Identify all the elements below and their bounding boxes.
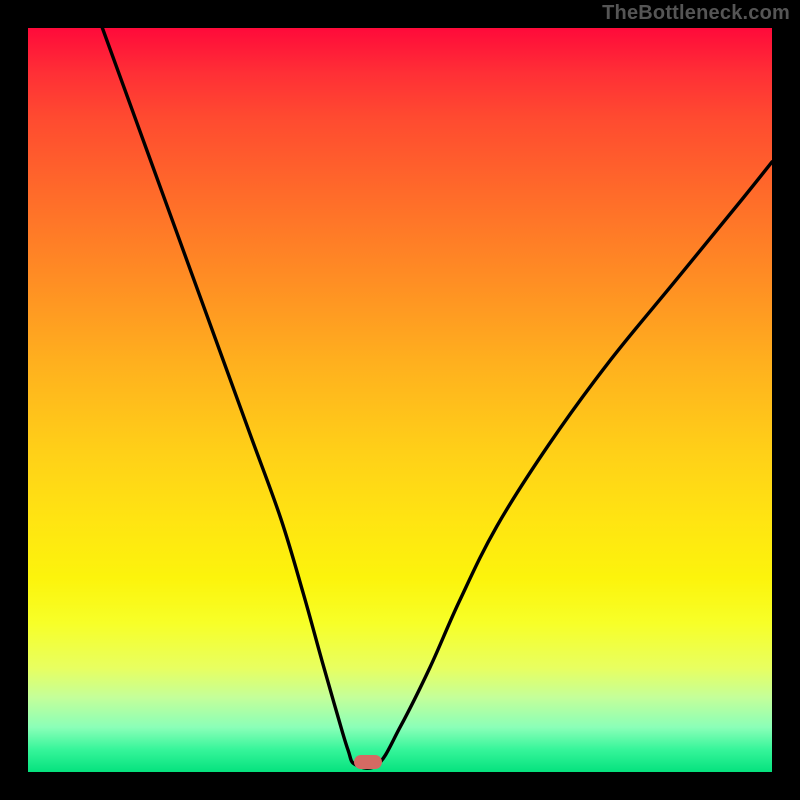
plot-area [28,28,772,772]
optimal-point-marker [354,755,382,769]
watermark-text: TheBottleneck.com [602,2,790,25]
curve-path [102,28,772,768]
bottleneck-curve [28,28,772,772]
chart-frame: TheBottleneck.com [0,0,800,800]
